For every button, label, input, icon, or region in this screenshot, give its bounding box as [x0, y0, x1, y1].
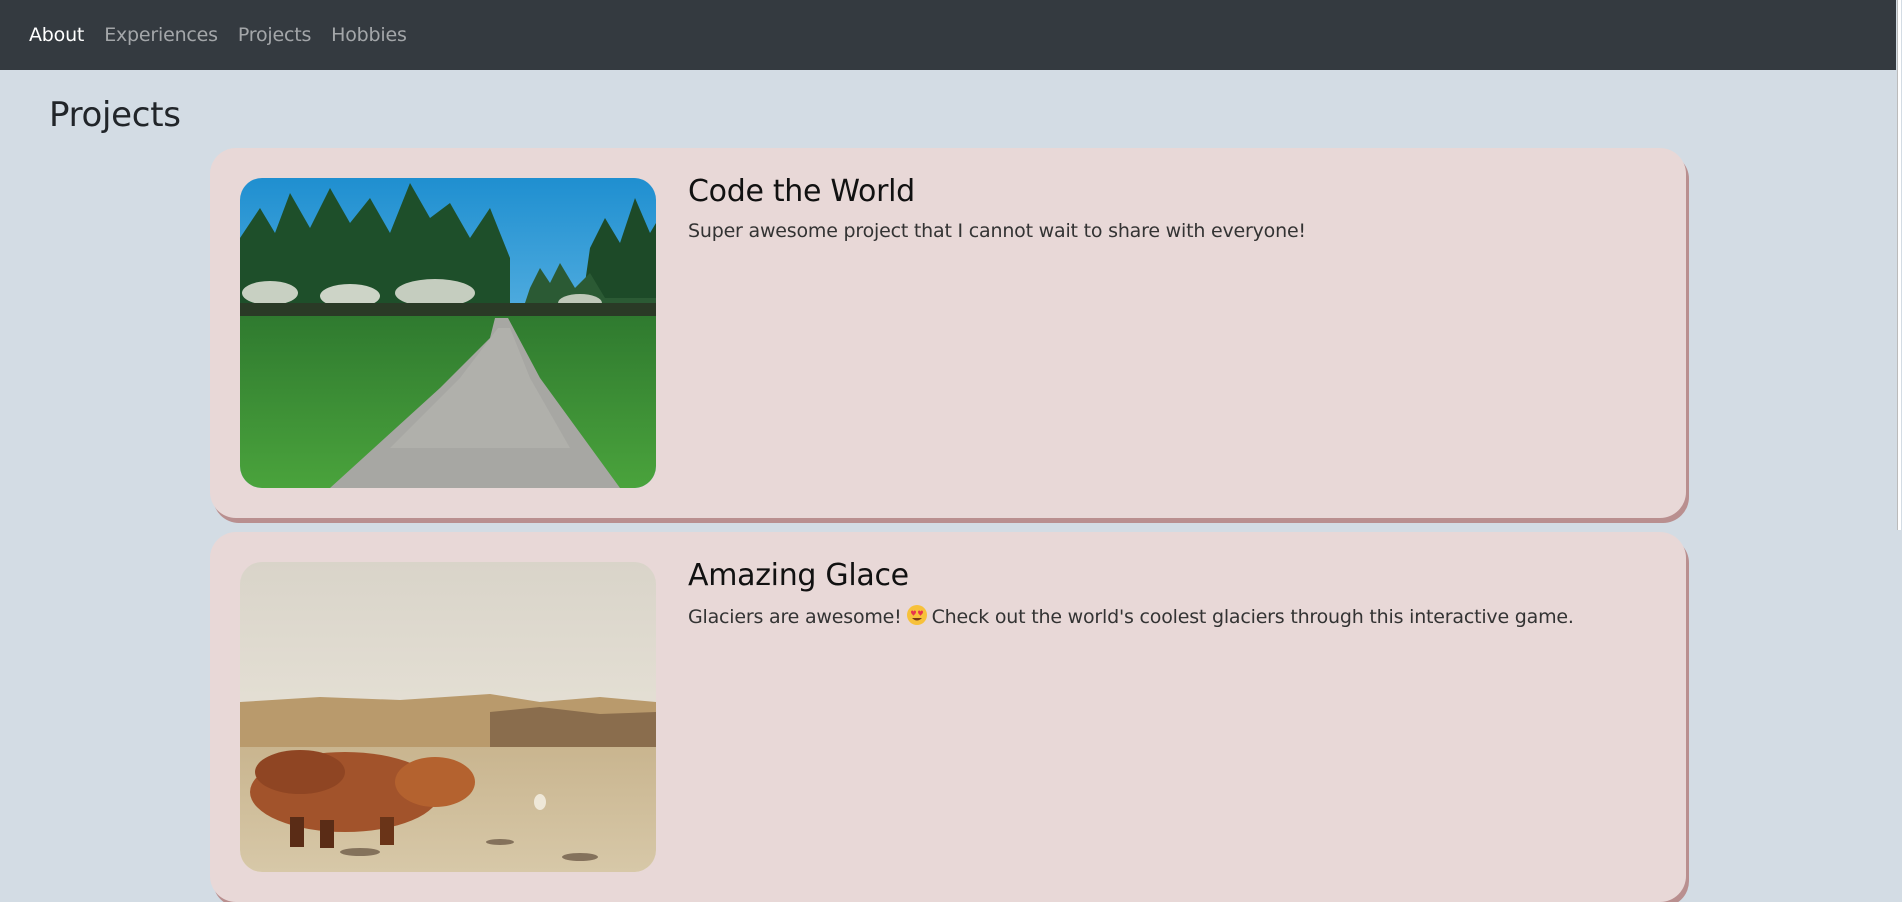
page-title: Projects: [49, 95, 181, 135]
nav-link-about[interactable]: About: [29, 24, 84, 46]
project-title: Code the World: [688, 174, 915, 209]
nav-link-experiences[interactable]: Experiences: [104, 24, 218, 46]
description-text-after: Check out the world's coolest glaciers t…: [931, 606, 1574, 628]
project-title: Amazing Glace: [688, 558, 909, 593]
project-card: Code the World Super awesome project tha…: [210, 148, 1686, 518]
nav-link-projects[interactable]: Projects: [238, 24, 312, 46]
project-description: Super awesome project that I cannot wait…: [688, 220, 1306, 242]
nav-link-hobbies[interactable]: Hobbies: [331, 24, 407, 46]
page-scrollbar[interactable]: [1896, 0, 1902, 872]
highland-cow-image: [240, 562, 656, 872]
project-card: Amazing Glace Glaciers are awesome! Check…: [210, 532, 1686, 902]
project-description: Glaciers are awesome! Check out the world…: [688, 604, 1574, 628]
heart-eyes-emoji-icon: [906, 604, 928, 626]
forest-path-image: [240, 178, 656, 488]
top-navbar: About Experiences Projects Hobbies: [0, 0, 1902, 70]
description-text-before: Glaciers are awesome!: [688, 606, 902, 628]
scrollbar-thumb[interactable]: [1897, 0, 1901, 530]
